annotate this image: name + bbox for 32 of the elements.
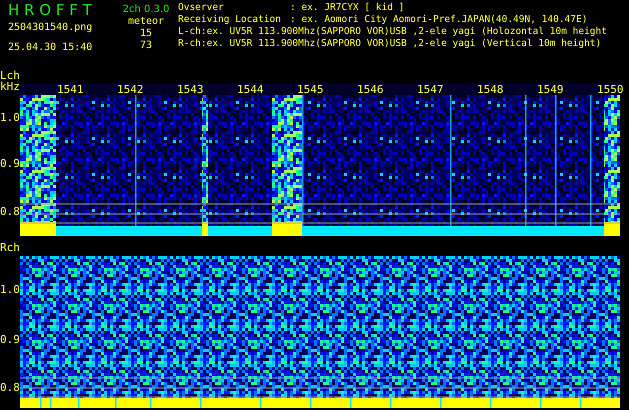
time-label: 1541 <box>57 84 84 95</box>
file-name: 2504301540.png <box>8 22 92 34</box>
app-title: H R O F F T <box>8 2 92 18</box>
info-label: Ovserver <box>178 2 225 14</box>
info-label: L-ch:ex. UV5R 113.900Mhz(SAPPORO VOR)USB ,2-ele yagi (Holozontal 10m height <box>178 26 607 38</box>
meteor-count: 15 <box>140 28 152 40</box>
axis-label: 0.8 <box>0 382 20 393</box>
time-label: 1550 <box>597 84 624 95</box>
time-label: 1548 <box>477 84 504 95</box>
meteor-count: 73 <box>140 40 152 52</box>
axis-label: 0.9 <box>0 334 20 345</box>
time-label: 1543 <box>177 84 204 95</box>
axis-label: 1.0 <box>0 284 20 295</box>
axis-label: 0.9 <box>0 158 20 169</box>
info-label: Receiving Location <box>178 14 282 26</box>
channel-label: Rch <box>0 242 20 253</box>
date-time: 25.04.30 15:40 <box>8 42 92 54</box>
axis-label: 0.8 <box>0 206 20 217</box>
version-label: 2ch 0.3.0 <box>122 4 170 16</box>
axis-label: 1.0 <box>0 112 20 123</box>
time-label: 1544 <box>237 84 264 95</box>
info-value: : ex. Aomori City Aomori-Pref.JAPAN(40.49N, 140.47E) <box>290 14 588 26</box>
info-value: : ex. JR7CYX [ kid ] <box>290 2 404 14</box>
time-label: 1542 <box>117 84 144 95</box>
meteor-label: meteor <box>128 16 164 28</box>
time-label: 1549 <box>537 84 564 95</box>
time-label: 1547 <box>417 84 444 95</box>
time-label: 1545 <box>297 84 324 95</box>
info-label: R-ch:ex. UV5R 113.900Mhz(SAPPORO VOR)USB ,2-ele yagi (Vertical 10m height) <box>178 38 602 50</box>
channel-label: Lch <box>0 70 20 81</box>
unit-label: kHz <box>0 81 20 92</box>
time-label: 1546 <box>357 84 384 95</box>
